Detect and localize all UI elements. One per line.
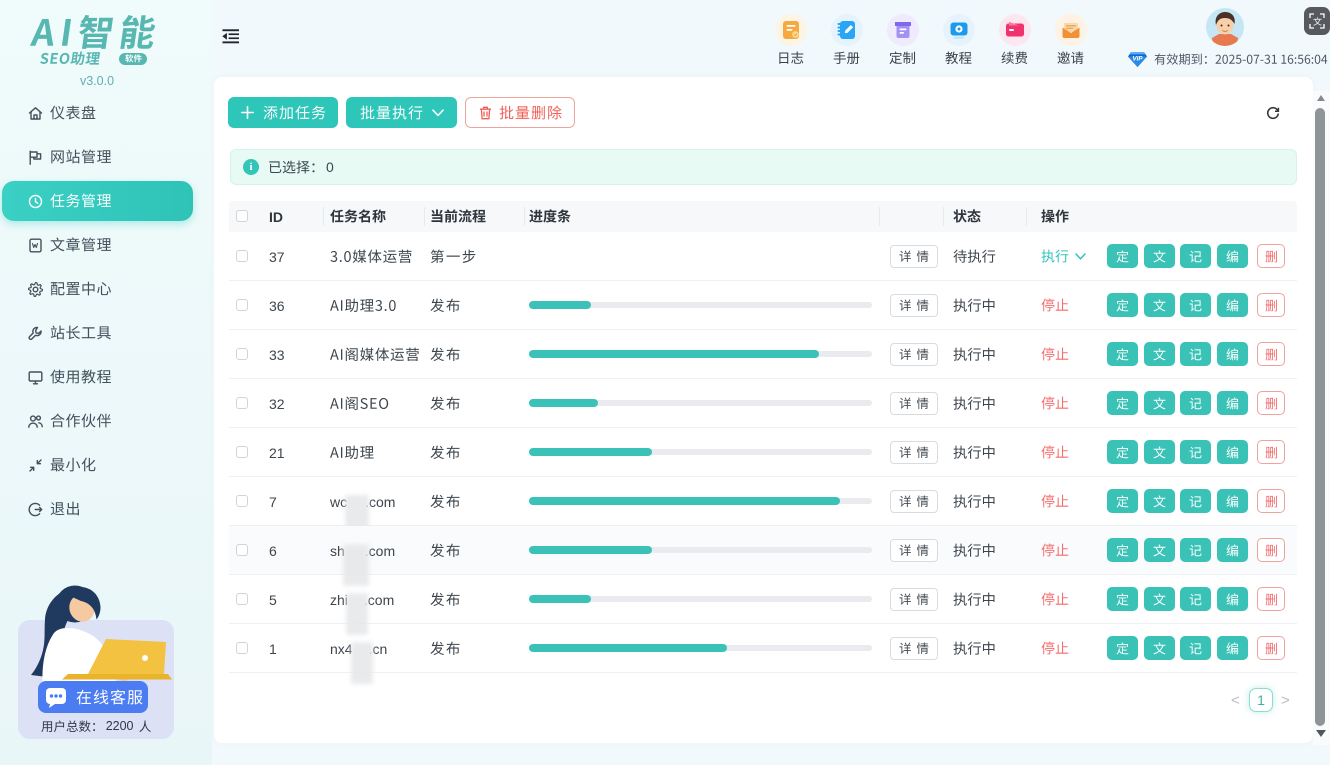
- svg-text:VIP: VIP: [1133, 56, 1144, 63]
